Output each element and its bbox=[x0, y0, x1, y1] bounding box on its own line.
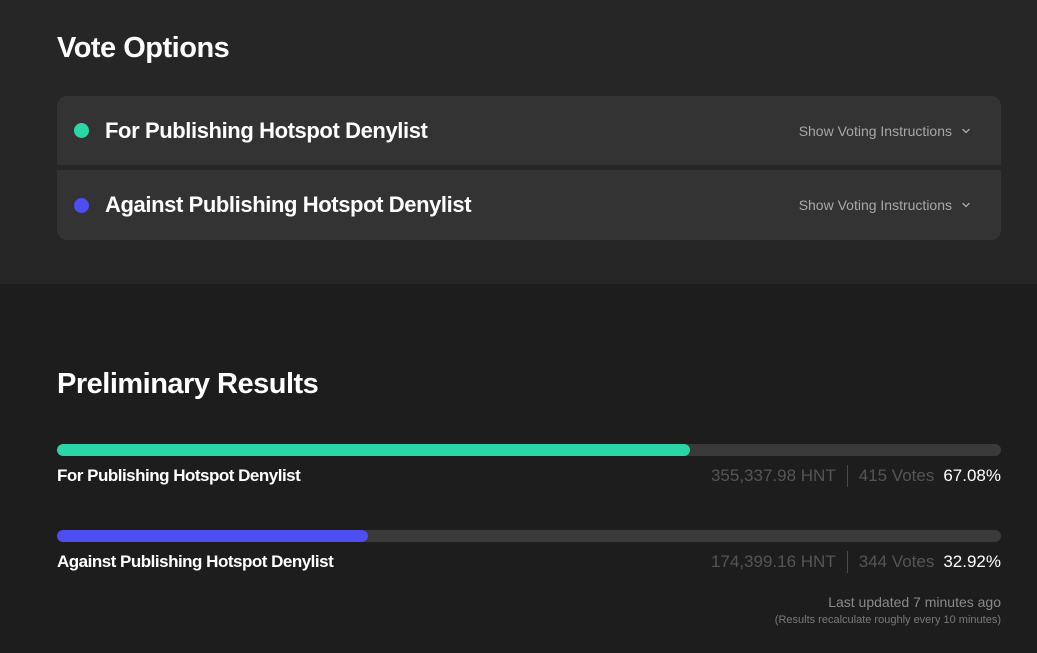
result-progress-bar bbox=[57, 444, 1001, 456]
result-label: For Publishing Hotspot Denylist bbox=[57, 466, 301, 485]
result-progress-fill bbox=[57, 530, 368, 542]
result-label: Against Publishing Hotspot Denylist bbox=[57, 552, 334, 571]
dot-icon bbox=[74, 197, 89, 213]
result-vote-count: 344 Votes bbox=[858, 552, 935, 571]
result-vote-count: 415 Votes bbox=[858, 466, 935, 485]
last-updated-text: Last updated 7 minutes ago bbox=[828, 594, 1001, 610]
chevron-down-icon bbox=[962, 128, 970, 133]
vote-option-label: Against Publishing Hotspot Denylist bbox=[105, 192, 472, 217]
show-voting-instructions-button[interactable]: Show Voting Instructions bbox=[799, 197, 971, 213]
show-voting-instructions-button[interactable]: Show Voting Instructions bbox=[799, 123, 971, 139]
show-voting-instructions-label: Show Voting Instructions bbox=[798, 122, 952, 139]
result-hnt-amount: 355,337.98 HNT bbox=[710, 466, 836, 485]
vote-options-list: For Publishing Hotspot Denylist Show Vot… bbox=[57, 96, 1001, 240]
stat-divider bbox=[846, 465, 848, 487]
preliminary-results-title: Preliminary Results bbox=[57, 368, 319, 400]
result-percentage: 67.08% bbox=[943, 466, 1001, 485]
result-progress-fill bbox=[57, 444, 691, 456]
vote-options-title: Vote Options bbox=[57, 32, 230, 64]
vote-options-section: Vote Options For Publishing Hotspot Deny… bbox=[0, 0, 1037, 284]
show-voting-instructions-label: Show Voting Instructions bbox=[798, 197, 952, 213]
result-stats: 174,399.16 HNT 344 Votes 32.92% bbox=[711, 551, 1001, 573]
result-progress-bar bbox=[57, 530, 1001, 542]
stat-divider bbox=[846, 551, 848, 573]
vote-option-against[interactable]: Against Publishing Hotspot Denylist Show… bbox=[57, 170, 1001, 240]
chevron-down-icon bbox=[962, 202, 970, 208]
result-stats: 355,337.98 HNT 415 Votes 67.08% bbox=[711, 465, 1001, 487]
vote-option-for[interactable]: For Publishing Hotspot Denylist Show Vot… bbox=[57, 96, 1001, 165]
result-percentage: 32.92% bbox=[943, 552, 1001, 571]
result-hnt-amount: 174,399.16 HNT bbox=[710, 552, 836, 571]
vote-option-label: For Publishing Hotspot Denylist bbox=[105, 117, 428, 143]
recalculate-note: (Results recalculate roughly every 10 mi… bbox=[774, 614, 1001, 626]
dot-icon bbox=[74, 123, 89, 138]
